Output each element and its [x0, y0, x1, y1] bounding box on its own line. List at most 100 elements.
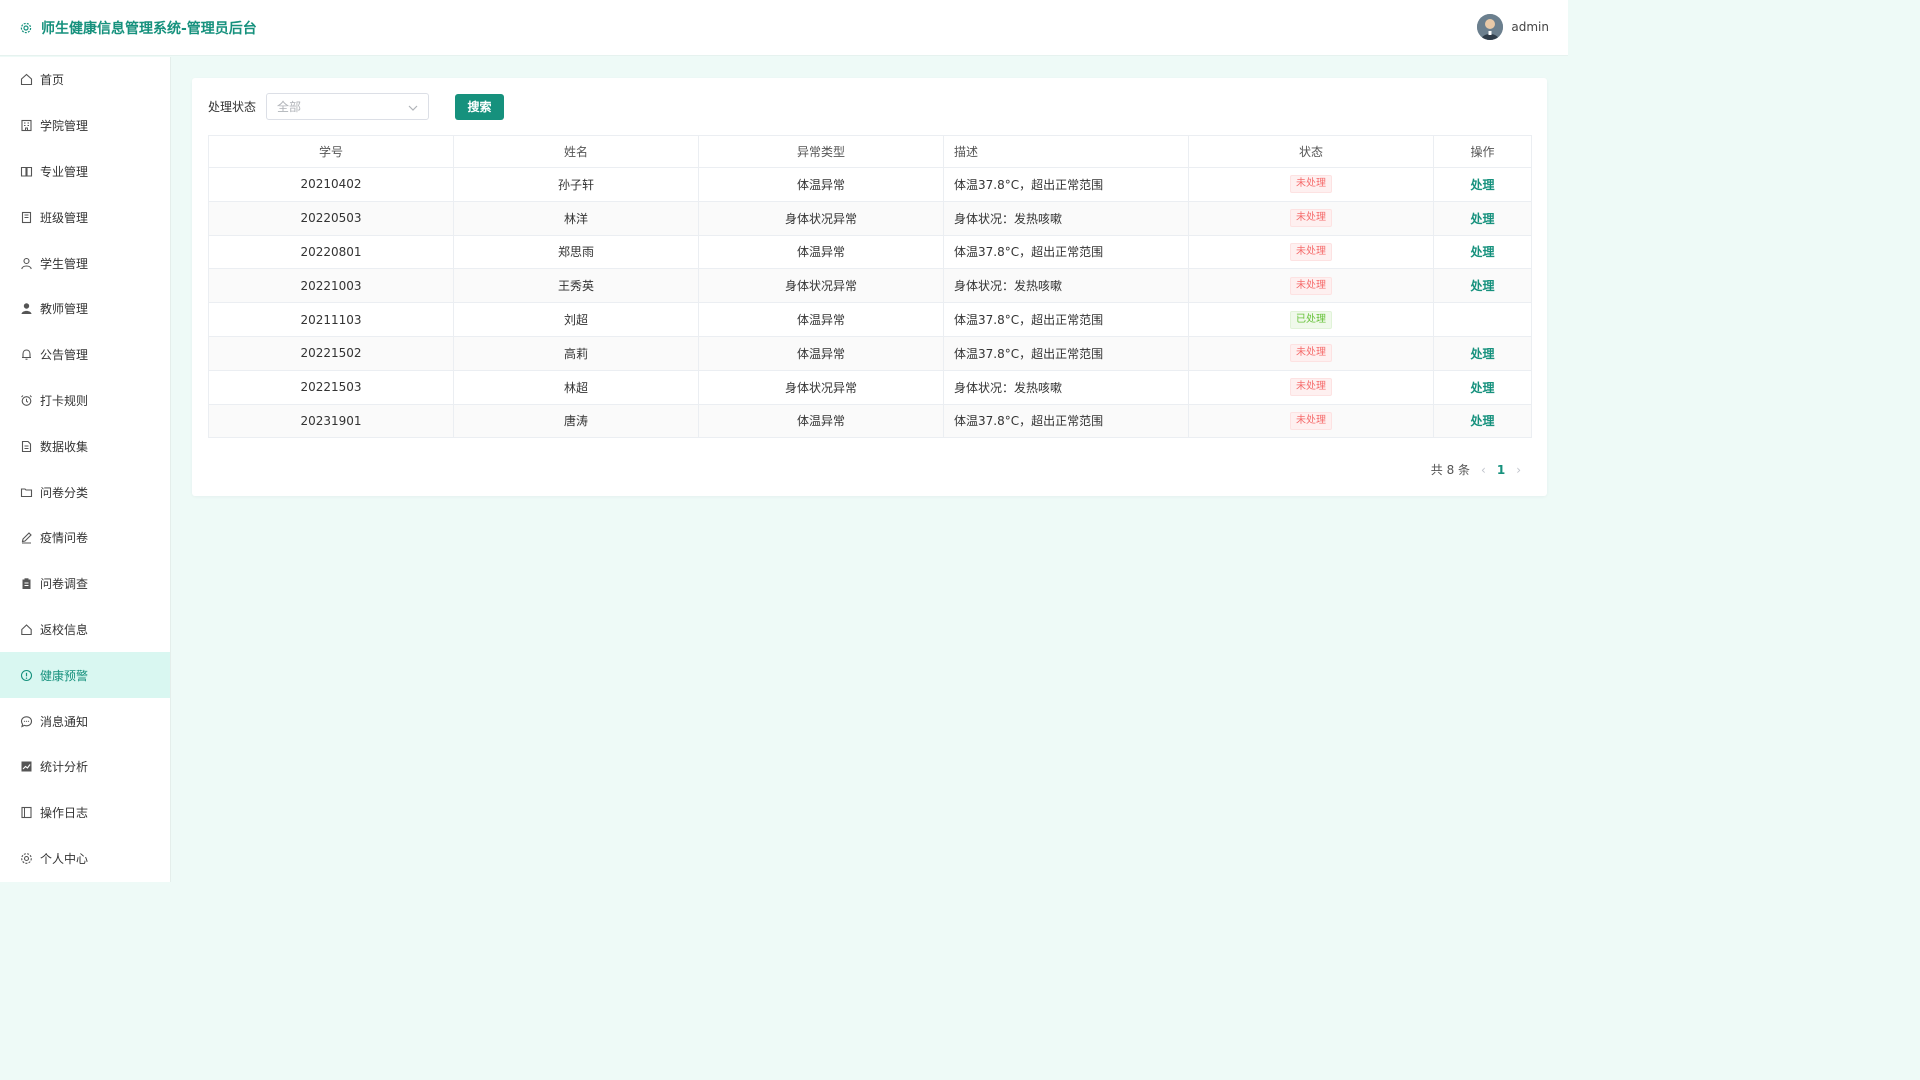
- sidebar-item-17[interactable]: 个人中心: [0, 836, 170, 882]
- sidebar-item-label: 个人中心: [40, 851, 89, 866]
- status-badge: 未处理: [1290, 344, 1332, 363]
- table-row: 20210402 孙子轩 体温异常 体温37.8°C，超出正常范围 未处理 处理: [208, 167, 1532, 202]
- cell-type: 体温异常: [698, 403, 944, 439]
- cell-name: 孙子轩: [453, 167, 699, 202]
- cell-name: 林超: [453, 369, 699, 405]
- sidebar-item-label: 操作日志: [40, 806, 89, 821]
- building-icon: [20, 119, 33, 132]
- cell-action: 处理: [1433, 369, 1532, 405]
- cell-type: 身体状况异常: [698, 200, 944, 236]
- column-header-id: 学号: [208, 135, 454, 168]
- page-number-current[interactable]: 1: [1497, 463, 1505, 477]
- sidebar-item-14[interactable]: 消息通知: [0, 698, 170, 744]
- cell-name: 林洋: [453, 200, 699, 236]
- cell-desc: 体温37.8°C，超出正常范围: [943, 335, 1189, 371]
- process-button[interactable]: 处理: [1470, 245, 1494, 259]
- cell-desc: 身体状况：发热咳嗽: [943, 200, 1189, 236]
- status-select-value: 全部: [277, 100, 302, 114]
- cell-student-id: 20231901: [208, 403, 454, 439]
- status-badge: 未处理: [1290, 276, 1332, 295]
- cell-name: 郑思雨: [453, 234, 699, 270]
- cell-action: 处理: [1433, 200, 1532, 236]
- cell-status: 未处理: [1188, 167, 1434, 202]
- process-button[interactable]: 处理: [1470, 381, 1494, 395]
- sidebar-item-1[interactable]: 学院管理: [0, 103, 170, 149]
- notebook-icon: [20, 211, 33, 224]
- sidebar-item-15[interactable]: 统计分析: [0, 744, 170, 790]
- sidebar-item-label: 打卡规则: [40, 393, 89, 408]
- sidebar-item-2[interactable]: 专业管理: [0, 149, 170, 195]
- sidebar-item-10[interactable]: 疫情问卷: [0, 515, 170, 561]
- cell-status: 已处理: [1188, 302, 1434, 337]
- sidebar-item-label: 问卷分类: [40, 485, 89, 500]
- cell-type: 体温异常: [698, 335, 944, 371]
- cell-desc: 身体状况：发热咳嗽: [943, 369, 1189, 405]
- process-button[interactable]: 处理: [1470, 212, 1494, 226]
- sidebar-item-label: 消息通知: [40, 714, 89, 729]
- alarm-clock-icon: [20, 394, 33, 407]
- bell-icon: [20, 348, 33, 361]
- cell-name: 刘超: [453, 302, 699, 337]
- status-badge: 未处理: [1290, 378, 1332, 397]
- sidebar-item-label: 教师管理: [40, 302, 89, 317]
- prev-page-icon[interactable]: ‹: [1481, 463, 1486, 477]
- sidebar-item-7[interactable]: 打卡规则: [0, 378, 170, 424]
- sidebar-item-11[interactable]: 问卷调查: [0, 561, 170, 607]
- cell-desc: 体温37.8°C，超出正常范围: [943, 167, 1189, 202]
- column-header-type: 异常类型: [698, 135, 944, 168]
- process-button[interactable]: 处理: [1470, 279, 1494, 293]
- sidebar-item-12[interactable]: 返校信息: [0, 607, 170, 653]
- setting-icon: [20, 852, 33, 865]
- cell-type: 身体状况异常: [698, 268, 944, 304]
- sidebar-item-label: 班级管理: [40, 210, 89, 225]
- sidebar-item-label: 统计分析: [40, 760, 89, 775]
- cell-student-id: 20211103: [208, 302, 454, 337]
- sidebar-item-3[interactable]: 班级管理: [0, 194, 170, 240]
- sidebar-item-9[interactable]: 问卷分类: [0, 469, 170, 515]
- cell-name: 高莉: [453, 335, 699, 371]
- status-badge: 未处理: [1290, 242, 1332, 261]
- cell-desc: 身体状况：发热咳嗽: [943, 268, 1189, 304]
- next-page-icon[interactable]: ›: [1516, 463, 1521, 477]
- sidebar-item-8[interactable]: 数据收集: [0, 423, 170, 469]
- status-select[interactable]: 全部: [266, 93, 430, 120]
- user-icon: [20, 257, 33, 270]
- cell-desc: 体温37.8°C，超出正常范围: [943, 302, 1189, 337]
- status-badge: 未处理: [1290, 411, 1332, 430]
- top-header: 师生健康信息管理系统-管理员后台 admin: [0, 0, 1568, 56]
- cell-student-id: 20210402: [208, 167, 454, 202]
- log-book-icon: [20, 806, 33, 819]
- cell-type: 体温异常: [698, 167, 944, 202]
- status-badge: 未处理: [1290, 209, 1332, 228]
- cell-action: 处理: [1433, 234, 1532, 270]
- main-card: 处理状态 全部 搜索 学号 姓名 异常类型 描述 状态 操作 20210402 孙…: [192, 78, 1547, 496]
- process-button[interactable]: 处理: [1470, 347, 1494, 361]
- user-menu[interactable]: admin: [1477, 14, 1549, 40]
- clipboard-icon: [20, 577, 33, 590]
- column-header-desc: 描述: [943, 135, 1189, 168]
- cell-type: 身体状况异常: [698, 369, 944, 405]
- sidebar-item-0[interactable]: 首页: [0, 57, 170, 103]
- cell-desc: 体温37.8°C，超出正常范围: [943, 403, 1189, 439]
- cell-status: 未处理: [1188, 268, 1434, 304]
- setting-logo-icon: [20, 22, 32, 34]
- sidebar-item-5[interactable]: 教师管理: [0, 286, 170, 332]
- home-icon: [20, 73, 33, 86]
- process-button[interactable]: 处理: [1470, 178, 1494, 192]
- folder-icon: [20, 486, 33, 499]
- warning-table: 学号 姓名 异常类型 描述 状态 操作 20210402 孙子轩 体温异常 体温37.…: [208, 135, 1532, 439]
- cell-status: 未处理: [1188, 234, 1434, 270]
- cell-action: [1433, 302, 1532, 337]
- sidebar-item-16[interactable]: 操作日志: [0, 790, 170, 836]
- username[interactable]: admin: [1511, 20, 1549, 34]
- table-row: 20211103 刘超 体温异常 体温37.8°C，超出正常范围 已处理: [208, 302, 1532, 337]
- sidebar-item-6[interactable]: 公告管理: [0, 332, 170, 378]
- status-filter-label: 处理状态: [208, 100, 257, 114]
- process-button[interactable]: 处理: [1470, 414, 1494, 428]
- sidebar-item-13[interactable]: 健康预警: [0, 652, 170, 699]
- sidebar-item-4[interactable]: 学生管理: [0, 240, 170, 286]
- sidebar-item-label: 专业管理: [40, 164, 89, 179]
- search-button[interactable]: 搜索: [455, 93, 505, 120]
- avatar[interactable]: [1477, 14, 1504, 40]
- pagination: 共 8 条 ‹ 1 ›: [1431, 461, 1532, 478]
